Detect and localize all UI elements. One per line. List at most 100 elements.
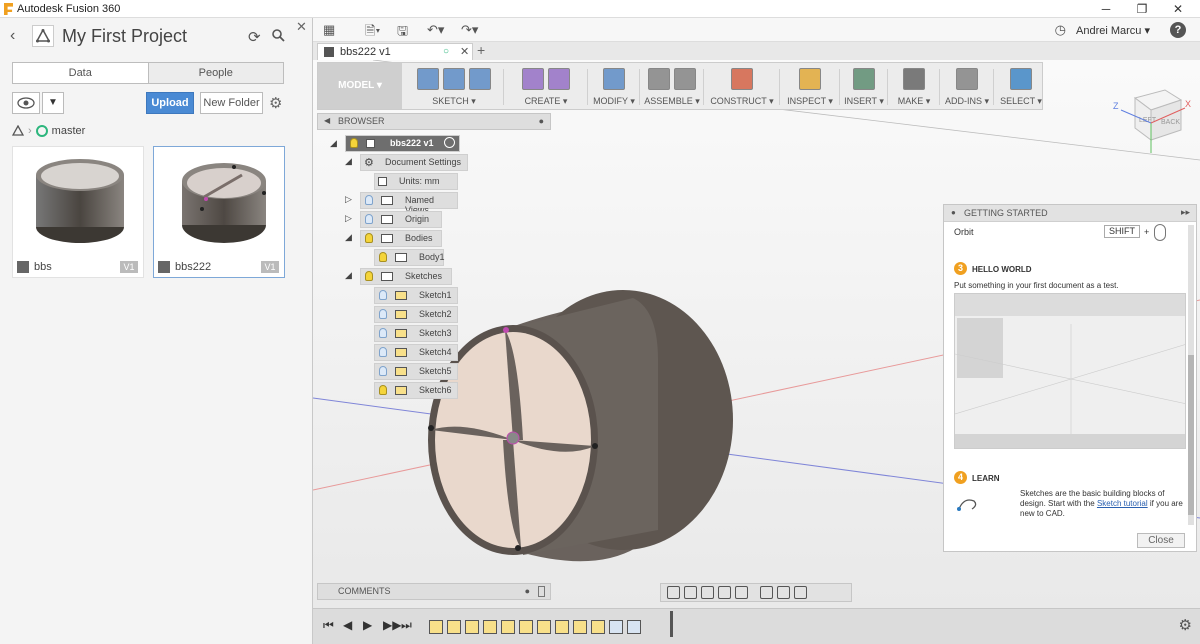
close-tab-icon[interactable]: ✕ [460,45,469,58]
view-toggle-button[interactable] [12,92,40,114]
toolbar-group-select[interactable]: SELECT ▾ [996,66,1046,108]
pin-icon[interactable]: ● [539,116,544,126]
toolbar-tool-icon[interactable] [417,68,439,90]
timeline-feature-icon[interactable] [501,620,515,634]
save-icon[interactable]: 🖫 [397,22,408,44]
toolbar-group-label[interactable]: MODIFY ▾ [590,96,638,107]
toolbar-group-assemble[interactable]: ASSEMBLE ▾ [642,66,702,108]
browser-item[interactable]: Sketch3 [374,325,458,342]
toolbar-group-label[interactable]: MAKE ▾ [890,96,938,107]
getting-started-header[interactable]: ● GETTING STARTED ▸▸ [944,205,1196,222]
toolbar-group-label[interactable]: ADD-INS ▾ [942,96,992,107]
browser-item[interactable]: Sketch2 [374,306,458,323]
expand-icon[interactable]: ▷ [345,194,352,205]
toolbar-tool-icon[interactable] [648,68,670,90]
wheel-model[interactable] [428,290,733,562]
workspace-switcher[interactable]: MODEL ▾ [318,63,402,109]
toolbar-group-label[interactable]: INSERT ▾ [842,96,886,107]
viewports-icon[interactable] [794,586,807,599]
toolbar-tool-icon[interactable] [522,68,544,90]
data-panel-toggle-icon[interactable]: ▦ [323,22,335,38]
toolbar-tool-icon[interactable] [956,68,978,90]
fit-icon[interactable] [735,586,748,599]
timeline-feature-icon[interactable] [609,620,623,634]
toolbar-group-label[interactable]: SELECT ▾ [996,96,1046,107]
close-button[interactable]: Close [1137,533,1185,548]
step-back-icon[interactable]: ◀ [343,618,352,632]
toolbar-group-construct[interactable]: CONSTRUCT ▾ [706,66,778,108]
expand-icon[interactable]: ▸▸ [1181,207,1190,218]
toolbar-group-modify[interactable]: MODIFY ▾ [590,66,638,108]
toolbar-group-label[interactable]: INSPECT ▾ [782,96,838,107]
toolbar-group-create[interactable]: CREATE ▾ [506,66,586,108]
timeline-feature-icon[interactable] [465,620,479,634]
browser-item[interactable]: Body1 [374,249,445,266]
help-icon[interactable]: ? [1170,22,1186,38]
go-to-start-icon[interactable]: ⏮ [323,618,334,633]
new-folder-button[interactable]: New Folder [200,92,263,114]
job-status-icon[interactable]: ◷ [1055,22,1066,38]
file-card-bbs[interactable]: bbs V1 [12,146,144,278]
toolbar-group-label[interactable]: CREATE ▾ [506,96,586,107]
zoom-icon[interactable] [718,586,731,599]
browser-item[interactable]: Units: mm [374,173,458,190]
upload-button[interactable]: Upload [146,92,194,114]
scrollbar-thumb[interactable] [1188,355,1194,515]
new-tab-icon[interactable]: + [477,42,485,58]
visibility-bulb-icon[interactable] [365,214,373,224]
timeline-feature-icon[interactable] [627,620,641,634]
toolbar-tool-icon[interactable] [903,68,925,90]
undo-icon[interactable]: ↶▾ [427,22,444,38]
view-dropdown-button[interactable]: ▼ [42,92,64,114]
collapse-icon[interactable]: ◢ [345,156,352,167]
comments-panel-header[interactable]: COMMENTS ● [317,583,551,600]
panel-toggle-icon[interactable] [538,586,545,597]
branch-name[interactable]: master [52,125,86,137]
viewcube[interactable]: LEFT BACK Z X [1105,78,1197,158]
browser-item[interactable]: Origin [360,211,442,228]
toolbar-tool-icon[interactable] [603,68,625,90]
tab-people[interactable]: People [148,62,284,84]
collapse-icon[interactable]: ◢ [345,270,352,281]
file-menu-icon[interactable]: 🗎▾ [365,22,380,44]
viewcube-left-face[interactable]: LEFT [1139,117,1157,124]
maximize-button[interactable]: ❐ [1132,1,1152,17]
toolbar-tool-icon[interactable] [1010,68,1032,90]
minimize-button[interactable]: ─ [1096,1,1116,17]
expand-icon[interactable]: ▷ [345,213,352,224]
browser-item[interactable]: ⚙ Document Settings [360,154,468,171]
orbit-icon[interactable] [667,586,680,599]
visibility-bulb-icon[interactable] [350,138,358,148]
toolbar-group-add-ins[interactable]: ADD-INS ▾ [942,66,992,108]
visibility-bulb-icon[interactable] [365,233,373,243]
browser-item[interactable]: Sketch6 [374,382,458,399]
visibility-bulb-icon[interactable] [379,347,387,357]
gear-icon[interactable]: ⚙ [269,94,282,112]
toolbar-tool-icon[interactable] [469,68,491,90]
browser-item[interactable]: Sketches [360,268,452,285]
hub-icon[interactable] [12,125,24,137]
grid-settings-icon[interactable] [777,586,790,599]
toolbar-group-inspect[interactable]: INSPECT ▾ [782,66,838,108]
browser-item[interactable]: Sketch5 [374,363,458,380]
display-settings-icon[interactable] [760,586,773,599]
step-forward-icon[interactable]: ▶▶ [383,618,401,632]
timeline-marker[interactable] [670,611,673,637]
toolbar-group-sketch[interactable]: SKETCH ▾ [406,66,502,108]
timeline-feature-icon[interactable] [537,620,551,634]
sketch-tutorial-link[interactable]: Sketch tutorial [1097,499,1148,508]
browser-panel-header[interactable]: ◀ BROWSER ● [317,113,551,130]
refresh-icon[interactable]: ⟳ [248,28,261,46]
user-menu[interactable]: Andrei Marcu ▾ [1076,24,1150,37]
toolbar-tool-icon[interactable] [853,68,875,90]
file-card-bbs222[interactable]: bbs222 V1 [153,146,285,278]
browser-root-item[interactable]: bbs222 v1 [345,135,460,152]
visibility-bulb-icon[interactable] [379,385,387,395]
hub-button[interactable] [32,25,54,47]
toolbar-tool-icon[interactable] [443,68,465,90]
gear-icon[interactable]: ⚙ [1179,616,1192,634]
toolbar-group-label[interactable]: ASSEMBLE ▾ [642,96,702,107]
browser-item[interactable]: Sketch1 [374,287,458,304]
close-panel-icon[interactable]: ✕ [296,19,307,35]
tab-data[interactable]: Data [12,62,149,84]
